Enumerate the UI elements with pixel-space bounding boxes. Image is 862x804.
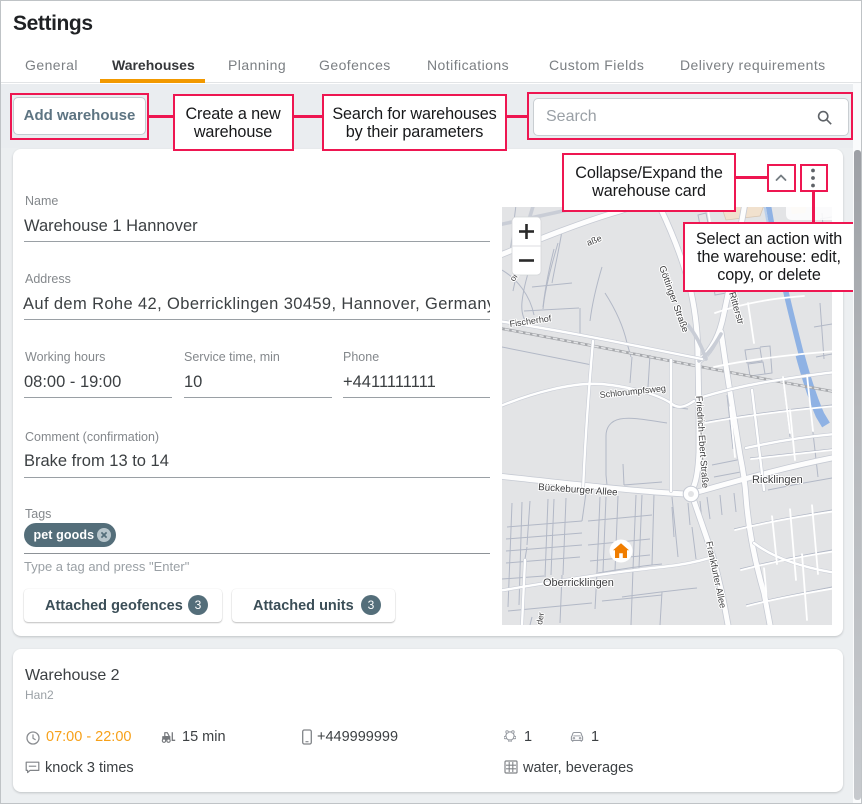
svg-text:Ricklingen: Ricklingen — [752, 474, 803, 486]
svg-text:Oberricklingen: Oberricklingen — [543, 577, 614, 589]
svg-text:der: der — [534, 611, 546, 625]
